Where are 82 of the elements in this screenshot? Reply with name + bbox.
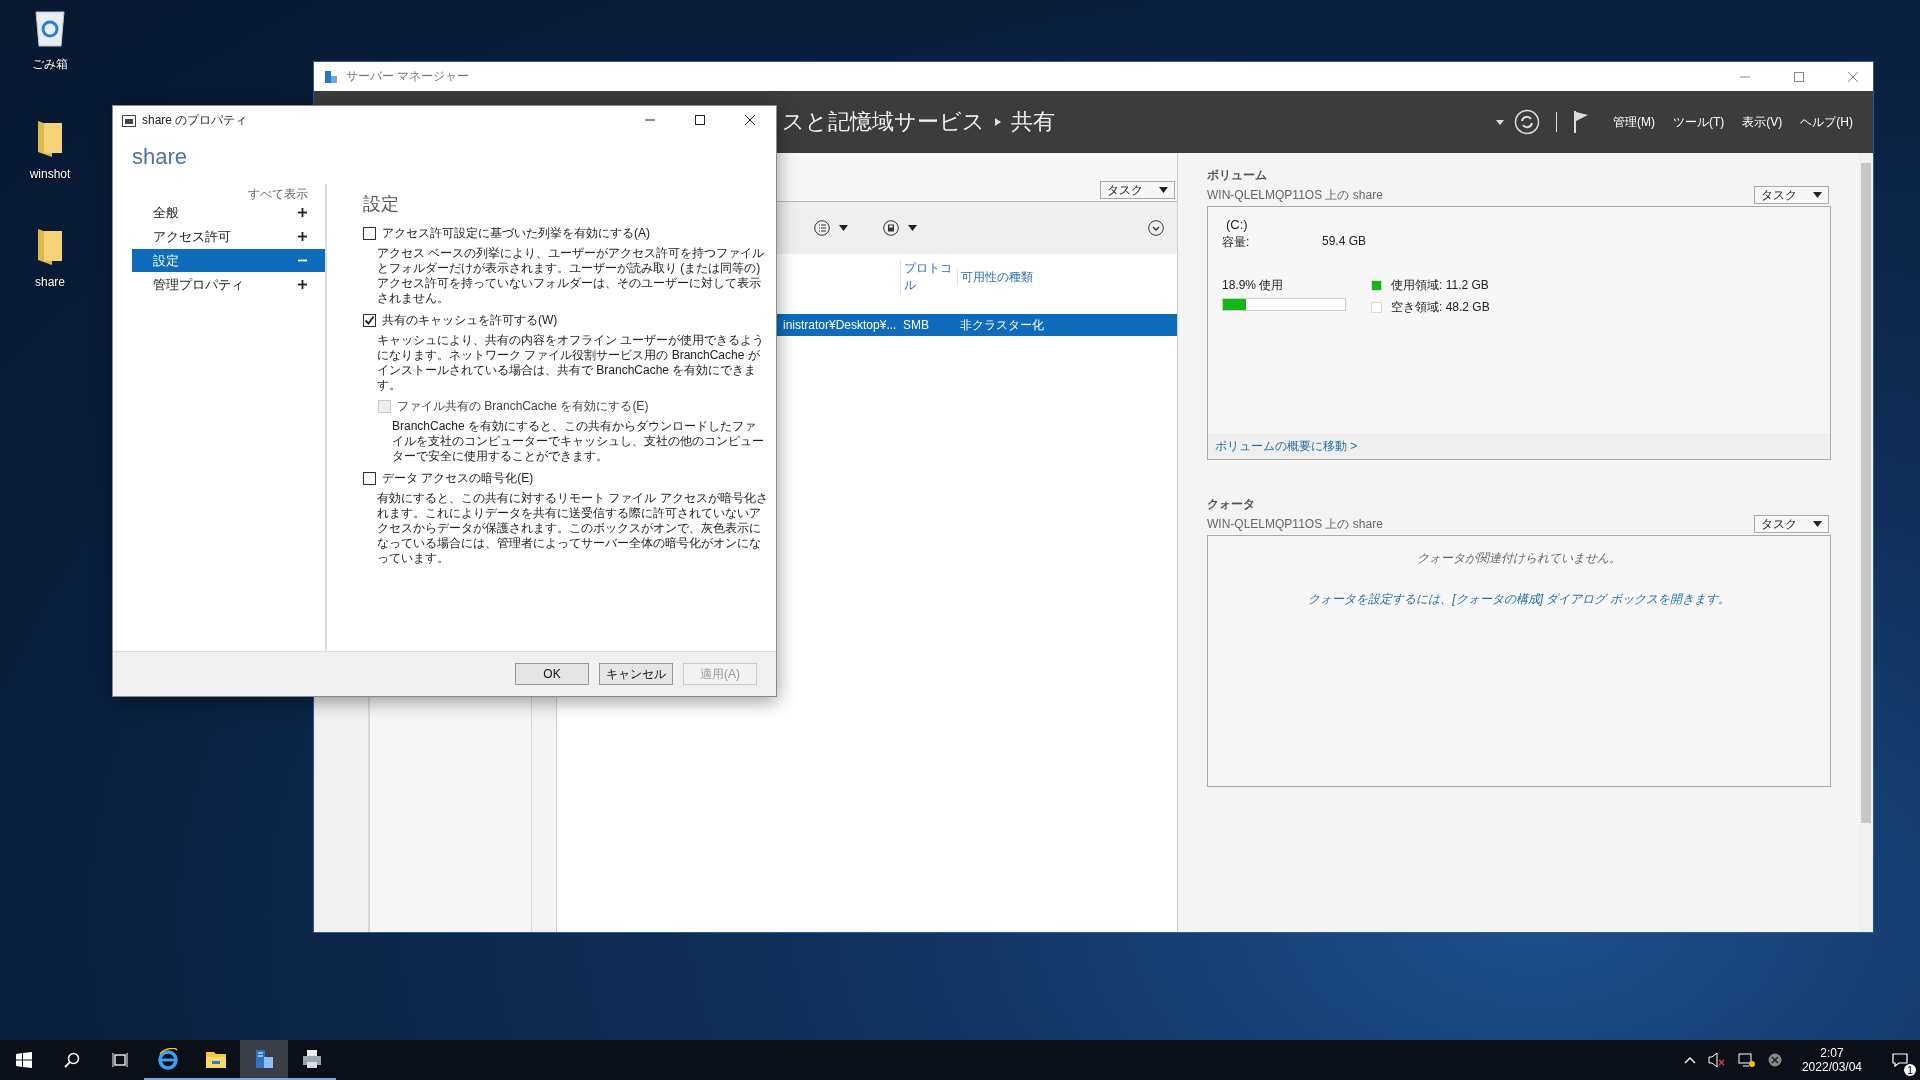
caret-icon [1813,521,1822,527]
section-title: ボリューム [1207,167,1268,184]
column-header[interactable]: プロトコル [900,260,957,294]
clock-date[interactable]: 2022/03/04 [1801,1060,1862,1074]
folder-icon[interactable] [36,119,64,159]
caret-icon[interactable] [908,225,917,231]
table-cell-text: inistrator¥Desktop¥... [782,318,898,332]
menu-item[interactable]: ツール(T) [1673,113,1725,131]
legend-label: 使用領域: 11.2 GB [1391,277,1489,294]
desktop-icon-label[interactable]: ごみ箱 [32,56,68,73]
capacity-label: 容量: [1222,234,1251,251]
menu-item[interactable]: ヘルプ(H) [1800,113,1853,131]
dialog-heading: share [131,143,189,171]
caret-icon [1813,192,1822,198]
section-subtitle: WIN-QLELMQP11OS 上の share [1207,516,1383,533]
option-checkbox[interactable]: アクセス許可設定に基づいた列挙を有効にする(A) [363,225,768,242]
scrollbar[interactable] [1859,153,1873,932]
window-title: サーバー マネージャー [346,68,470,85]
volume-overview-link[interactable]: ボリュームの概要に移動 > [1215,437,1358,455]
error-icon[interactable] [1767,1053,1782,1067]
share-folder-icon [122,113,136,127]
nav-item[interactable]: 設定 [132,249,325,272]
task-view-icon[interactable] [112,1052,128,1068]
clock-time[interactable]: 2:07 [1820,1046,1844,1060]
menu-item[interactable]: 管理(M) [1613,113,1655,131]
task-dropdown[interactable]: タスク [1100,181,1175,199]
dialog-button[interactable]: キャンセル [599,663,673,685]
section-subtitle: WIN-QLELMQP11OS 上の share [1207,187,1383,204]
checkbox[interactable] [363,314,376,327]
checkbox[interactable] [363,472,376,485]
recycle-bin-icon[interactable] [33,8,67,48]
table-cell-text: SMB [902,318,930,332]
menu-item[interactable]: 表示(V) [1742,113,1783,131]
task-dropdown[interactable]: タスク [1754,186,1829,204]
dialog-button[interactable]: OK [515,663,589,685]
nav-item[interactable]: 全般 [132,201,325,224]
notification-icon[interactable] [1892,1052,1908,1068]
nav-item[interactable]: 管理プロパティ [132,273,325,296]
server-manager-icon [324,69,338,84]
column-header[interactable]: 可用性の種類 [957,268,1057,286]
section-title: 設定 [363,193,400,216]
dialog-title: share のプロパティ [142,111,248,129]
save-icon[interactable] [883,220,899,236]
list-view-icon[interactable] [814,220,830,236]
section-title: クォータ [1207,496,1256,513]
flag-icon[interactable] [1573,111,1589,133]
capacity-value: 59.4 GB [1322,234,1367,250]
option-description: BranchCache を有効にすると、この共有からダウンロードしたファイルを支社のコンピューターでキャッシュし、支社の他のコンピューターで安全に使用することができます。 [392,419,765,464]
option-description: キャッシュにより、共有の内容をオフライン ユーザーが使用できるようになります。ネットワーク ファイル役割サービス用の BranchCache がインストールされている場合は、共有で BranchCache を有効にできます。 [377,333,766,393]
refresh-icon[interactable] [1514,109,1540,135]
breadcrumb-item[interactable]: 共有 [1011,107,1055,137]
option-description: アクセス ベースの列挙により、ユーザーがアクセス許可を持つファイルとフォルダーだけが表示されます。ユーザーが読み取り (または同等の) アクセス許可を持っていないフォルダーは、そのユーザーに対して表示されません。 [377,246,766,306]
caret-icon[interactable] [839,225,848,231]
task-dropdown[interactable]: タスク [1754,515,1829,533]
caret-icon [1159,187,1168,193]
notification-badge: 1 [1903,1064,1916,1076]
expand-icon[interactable] [1148,220,1164,236]
close-icon[interactable] [744,114,756,126]
nav-item[interactable]: アクセス許可 [132,225,325,248]
search-icon[interactable] [64,1052,80,1068]
usage-text: 18.9% 使用 [1222,277,1285,294]
table-cell-text: 非クラスター化 [959,316,1045,334]
maximize-icon[interactable] [694,114,706,126]
breadcrumb-separator-icon [995,117,1001,127]
speaker-muted-icon[interactable] [1707,1052,1726,1068]
checkbox[interactable] [363,227,376,240]
drive-label: (C:) [1225,217,1249,232]
option-description: 有効にすると、この共有に対するリモート ファイル アクセスが暗号化されます。これによりデータを共有に送受信する際に許可されていないアクセスからデータが保護されます。このボックスがオンで、灰色表示になっている場合には、管理者によってサーバー全体の暗号化がオンになっています。 [377,491,768,566]
folder-icon[interactable] [36,227,64,267]
quota-hint-link[interactable]: クォータを設定するには、[クォータの構成] ダイアログ ボックスを開きます。 [1308,591,1730,608]
start-button[interactable] [16,1052,32,1068]
desktop-icon-label[interactable]: winshot [29,167,71,181]
breadcrumb-item[interactable]: スと記憶域サービス [782,107,985,137]
desktop-icon-label[interactable]: share [35,275,65,289]
dropdown-caret-icon[interactable] [1496,119,1504,125]
legend-label: 空き領域: 48.2 GB [1391,299,1490,316]
server-manager-taskbar-icon[interactable] [240,1040,288,1080]
show-all-link[interactable]: すべて表示 [248,186,308,201]
empty-message: クォータが関連付けられていません。 [1417,550,1621,567]
option-checkbox[interactable]: データ アクセスの暗号化(E) [363,470,768,487]
chevron-up-icon[interactable] [1683,1056,1696,1064]
network-icon[interactable] [1737,1052,1756,1068]
